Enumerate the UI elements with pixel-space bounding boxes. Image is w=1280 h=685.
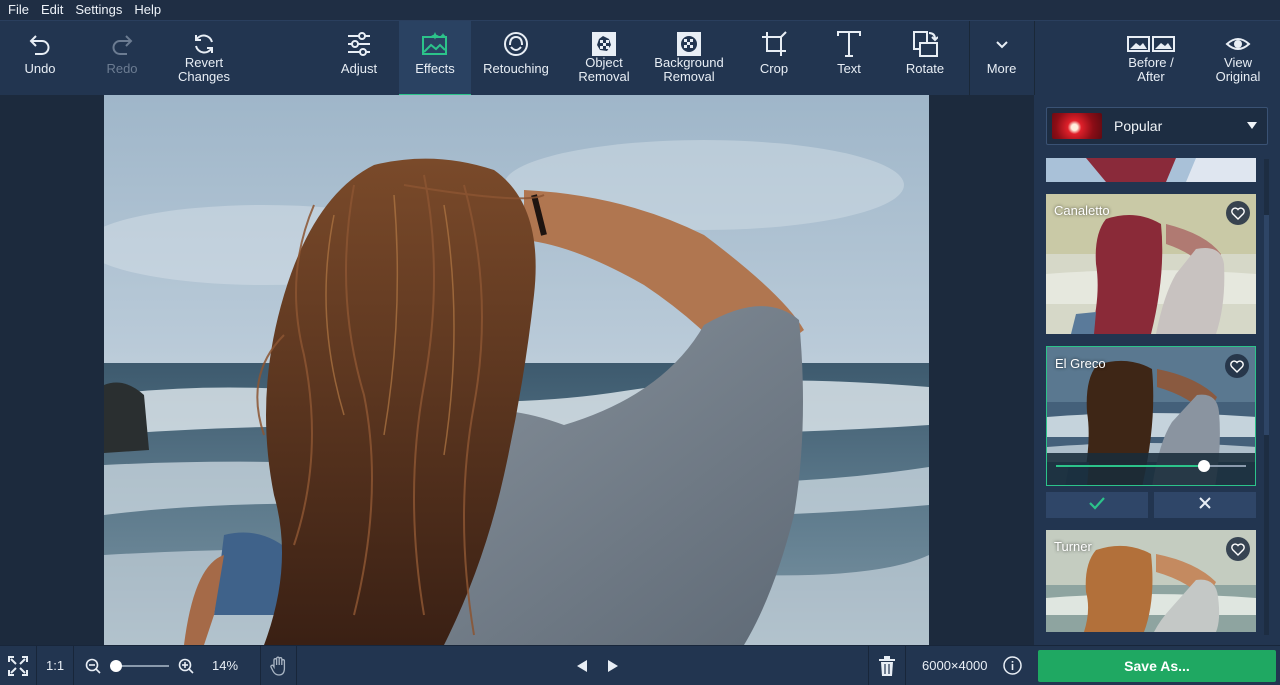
divider [36,646,37,685]
effects-label: Effects [415,61,455,76]
adjust-button[interactable]: Adjust [323,21,395,96]
effect-category-dropdown[interactable]: Popular [1046,107,1268,145]
rotate-icon [912,30,938,58]
effect-card-partial[interactable] [1046,158,1256,182]
zoom-level: 14% [212,658,239,673]
crop-icon [761,30,787,58]
adjust-label: Adjust [340,61,378,76]
toolbar-divider [1034,21,1035,96]
retouching-label: Retouching [483,61,549,76]
before-after-button[interactable]: Before / After [1118,21,1184,96]
image-dimensions: 6000×4000 [922,658,988,673]
undo-label: Undo [24,61,56,76]
bottom-bar: 1:1 14% 6000×4000 Save As... [0,645,1280,685]
panel-scrollbar[interactable] [1264,159,1269,635]
retouching-button[interactable]: Retouching [475,21,557,96]
sliders-icon [346,30,372,58]
effect-card-el-greco[interactable]: El Greco [1046,346,1256,486]
effect-card-turner[interactable]: Turner [1046,530,1256,632]
redo-button[interactable]: Redo [92,21,152,96]
slider-fill [1056,465,1205,467]
toolbar: Undo Redo Revert Changes Adjust Effects … [0,20,1280,96]
info-icon[interactable] [1003,656,1022,680]
trash-icon[interactable] [879,656,895,681]
heart-icon[interactable] [1226,537,1250,561]
rotate-button[interactable]: Rotate [892,21,958,96]
fit-screen-icon[interactable] [8,656,28,681]
view-original-button[interactable]: View Original [1204,21,1272,96]
object-removal-icon [591,30,617,58]
apply-button[interactable] [1046,492,1148,518]
cancel-button[interactable] [1154,492,1256,518]
save-as-button[interactable]: Save As... [1038,650,1276,682]
divider [73,646,74,685]
menu-file[interactable]: File [2,0,35,20]
undo-button[interactable]: Undo [10,21,70,96]
object-removal-label: Object Removal [578,55,630,84]
previous-image-icon[interactable] [576,659,588,678]
redo-label: Redo [106,61,138,76]
heart-icon[interactable] [1226,201,1250,225]
refresh-icon [191,30,217,58]
effect-name: Turner [1054,539,1092,554]
background-removal-label: Background Removal [654,55,724,84]
text-label: Text [837,61,861,76]
scrollbar-thumb[interactable] [1264,215,1269,435]
before-after-label: Before / After [1128,55,1174,84]
rotate-label: Rotate [905,61,945,76]
text-button[interactable]: Text [818,21,880,96]
check-icon [1089,496,1105,515]
divider [260,646,261,685]
zoom-out-icon[interactable] [85,658,101,679]
menu-edit[interactable]: Edit [35,0,69,20]
effect-card-canaletto[interactable]: Canaletto [1046,194,1256,334]
menu-settings[interactable]: Settings [69,0,128,20]
face-icon [503,30,529,58]
zoom-slider-knob[interactable] [109,660,122,672]
effects-button[interactable]: Effects [399,21,471,96]
next-image-icon[interactable] [607,659,619,678]
zoom-in-icon[interactable] [178,658,194,679]
edited-photo[interactable] [104,95,929,645]
background-removal-button[interactable]: Background Removal [646,21,732,96]
heart-icon[interactable] [1225,354,1249,378]
zoom-slider[interactable] [109,660,169,672]
divider [296,646,297,685]
eye-icon [1225,30,1251,58]
menu-bar: File Edit Settings Help [0,0,1280,20]
background-removal-icon [676,30,702,58]
effect-intensity-slider[interactable] [1047,453,1255,485]
slider-track [1056,460,1246,472]
effects-panel: Popular Canaletto El Greco Turner [1034,95,1280,645]
close-icon [1198,496,1212,515]
menu-help[interactable]: Help [128,0,167,20]
divider [868,646,869,685]
object-removal-button[interactable]: Object Removal [568,21,640,96]
revert-changes-button[interactable]: Revert Changes [165,21,243,96]
view-original-label: View Original [1215,55,1261,84]
crop-button[interactable]: Crop [743,21,805,96]
effects-icon [421,30,449,58]
revert-changes-label: Revert Changes [177,55,231,84]
text-icon [836,30,862,58]
before-after-icon [1127,30,1175,58]
crop-label: Crop [759,61,789,76]
slider-knob[interactable] [1198,460,1211,472]
more-label: More [986,61,1017,76]
actual-size-button[interactable]: 1:1 [46,658,64,673]
caret-down-icon [1247,122,1257,129]
redo-icon [109,30,135,58]
category-thumbnail [1052,113,1102,139]
effect-name: Canaletto [1054,203,1110,218]
effect-category-label: Popular [1114,118,1163,134]
undo-icon [27,30,53,58]
more-button[interactable]: More [970,21,1033,96]
divider [905,646,906,685]
effect-name: El Greco [1055,356,1106,371]
chevron-down-icon [989,30,1015,58]
hand-tool-icon[interactable] [270,656,288,681]
canvas-area[interactable] [0,95,1034,645]
